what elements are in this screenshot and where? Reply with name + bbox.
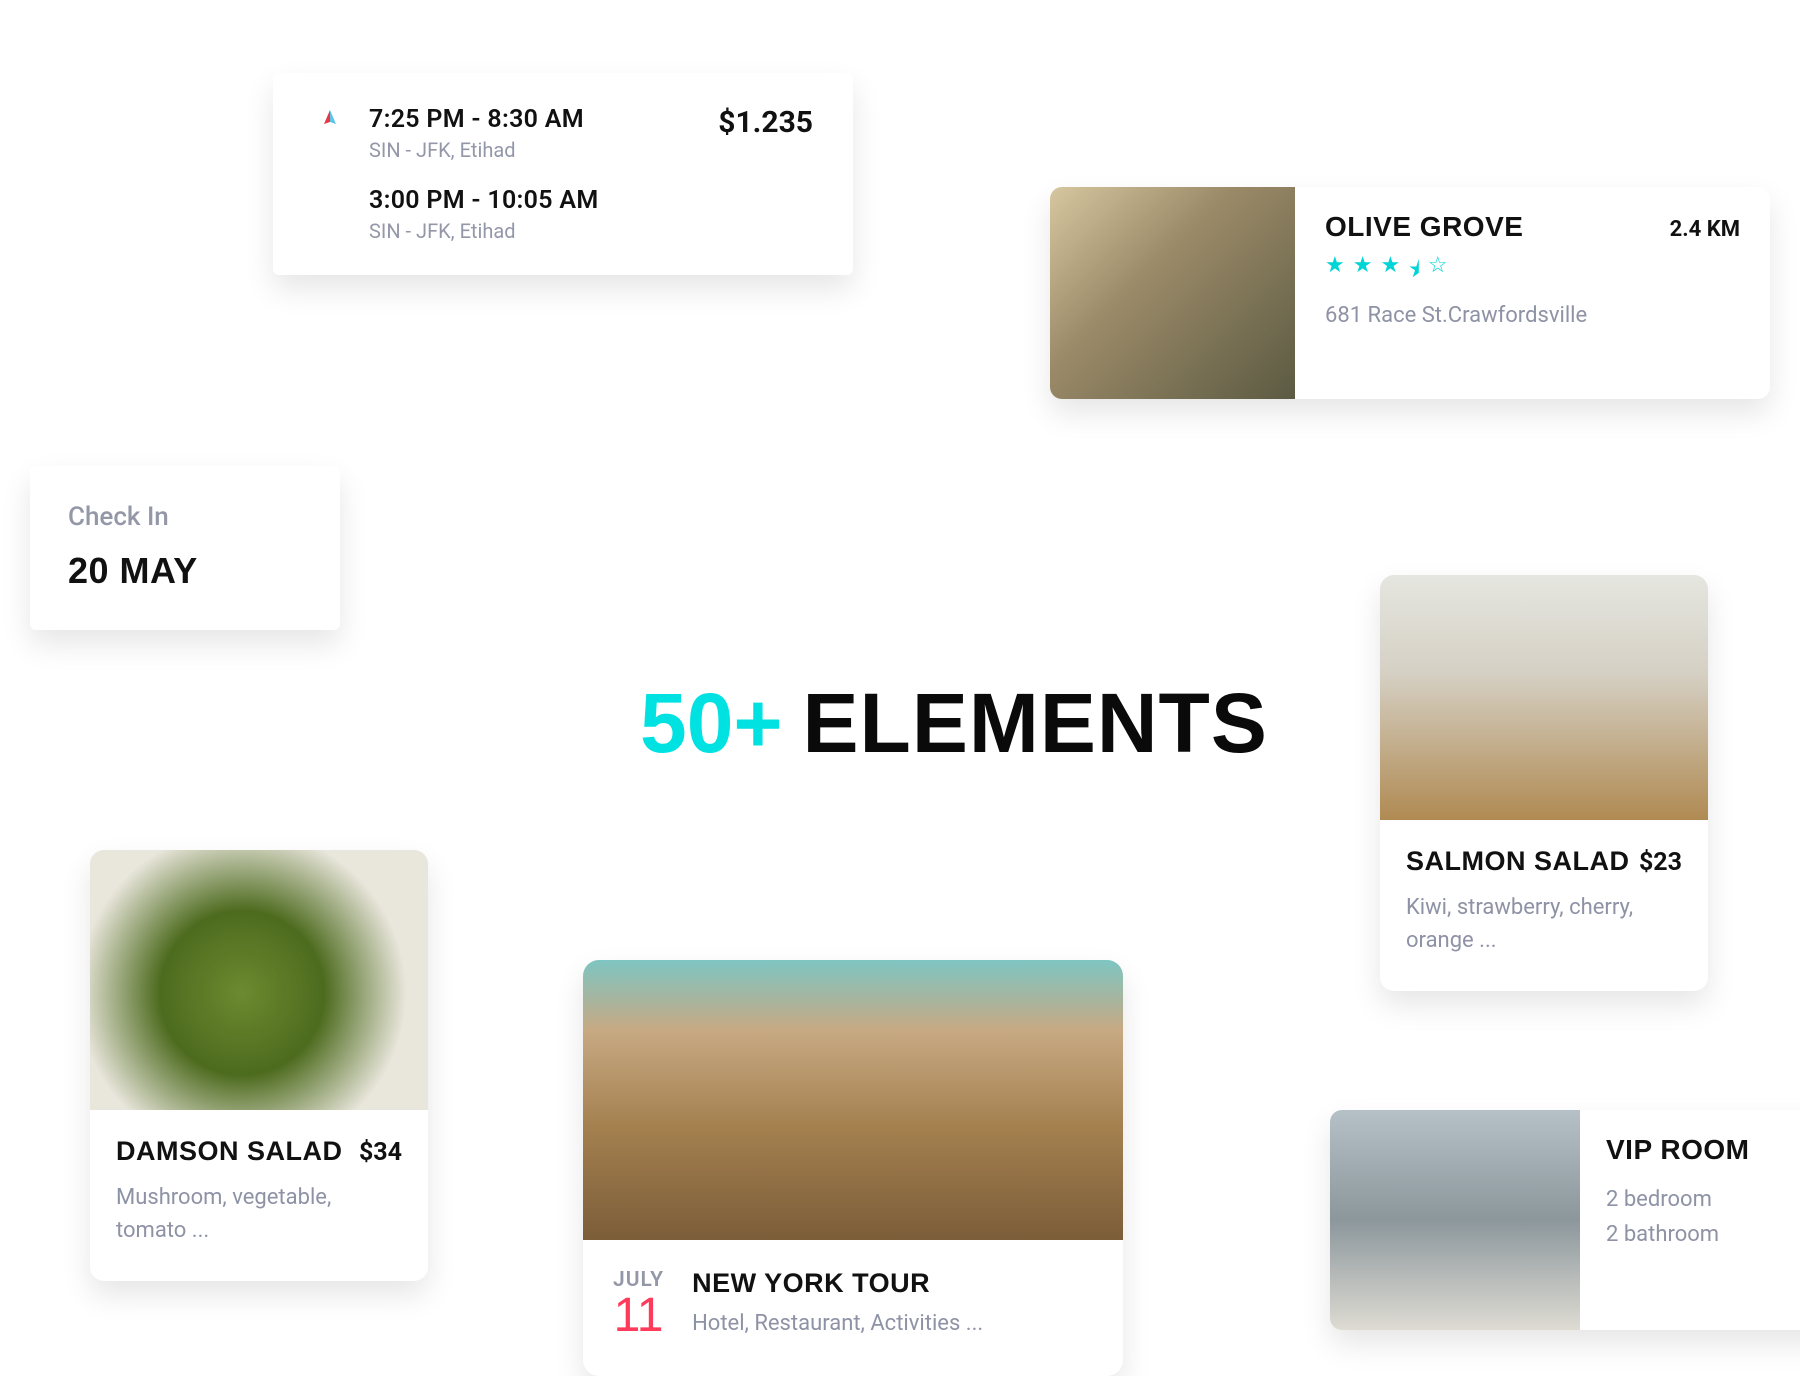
checkin-label: Check In — [68, 502, 302, 532]
flight-segment: 7:25 PM - 8:30 AM SIN - JFK, Etihad $1.2… — [313, 105, 813, 162]
damson-image — [90, 850, 428, 1110]
flight-time: 3:00 PM - 10:05 AM — [369, 186, 599, 215]
checkin-card[interactable]: Check In 20 MAY — [30, 466, 340, 630]
restaurant-distance: 2.4 KM — [1670, 217, 1740, 242]
rating-stars: ★ ★ ★ ⯨ ☆ — [1325, 253, 1740, 291]
vip-name: VIP ROOM — [1606, 1134, 1800, 1166]
headline-accent: 50+ — [640, 675, 783, 772]
flight-time: 7:25 PM - 8:30 AM — [369, 105, 584, 134]
flight-price: $1.235 — [718, 105, 813, 140]
star-icon: ★ — [1353, 253, 1373, 291]
tour-date: JULY 11 — [613, 1268, 664, 1340]
tour-day: 11 — [614, 1292, 664, 1340]
flight-segment: 3:00 PM - 10:05 AM SIN - JFK, Etihad — [313, 186, 813, 243]
salmon-desc: Kiwi, strawberry, cherry, orange ... — [1406, 891, 1682, 957]
star-icon: ★ — [1380, 253, 1400, 291]
vip-card[interactable]: VIP ROOM 2 bedroom 2 bathroom — [1330, 1110, 1800, 1330]
flight-route: SIN - JFK, Etihad — [369, 138, 584, 162]
damson-name: DAMSON SALAD — [116, 1136, 343, 1167]
damson-card[interactable]: DAMSON SALAD $34 Mushroom, vegetable, to… — [90, 850, 428, 1281]
salmon-card[interactable]: SALMON SALAD $23 Kiwi, strawberry, cherr… — [1380, 575, 1708, 991]
headline: 50+ ELEMENTS — [640, 675, 1268, 772]
restaurant-card[interactable]: OLIVE GROVE 2.4 KM ★ ★ ★ ⯨ ☆ 681 Race St… — [1050, 187, 1770, 399]
damson-price: $34 — [359, 1138, 402, 1167]
headline-text: ELEMENTS — [803, 675, 1268, 772]
salmon-image — [1380, 575, 1708, 820]
star-icon: ★ — [1325, 253, 1345, 291]
restaurant-image — [1050, 187, 1295, 399]
vip-image — [1330, 1110, 1580, 1330]
flight-card[interactable]: 7:25 PM - 8:30 AM SIN - JFK, Etihad $1.2… — [273, 73, 853, 275]
airline-icon — [313, 105, 347, 139]
vip-desc: 2 bedroom 2 bathroom — [1606, 1182, 1800, 1252]
star-half-icon: ⯨ — [1408, 253, 1420, 291]
tour-image — [583, 960, 1123, 1240]
salmon-name: SALMON SALAD — [1406, 846, 1630, 877]
tour-name: NEW YORK TOUR — [692, 1268, 983, 1299]
restaurant-address: 681 Race St.Crawfordsville — [1325, 303, 1740, 328]
tour-card[interactable]: JULY 11 NEW YORK TOUR Hotel, Restaurant,… — [583, 960, 1123, 1376]
damson-desc: Mushroom, vegetable, tomato ... — [116, 1181, 402, 1247]
flight-route: SIN - JFK, Etihad — [369, 219, 599, 243]
salmon-price: $23 — [1639, 848, 1682, 877]
checkin-date: 20 MAY — [68, 550, 302, 592]
tour-desc: Hotel, Restaurant, Activities ... — [692, 1307, 983, 1340]
star-outline-icon: ☆ — [1428, 253, 1448, 291]
airline-icon-placeholder — [313, 186, 347, 220]
restaurant-name: OLIVE GROVE — [1325, 211, 1523, 243]
